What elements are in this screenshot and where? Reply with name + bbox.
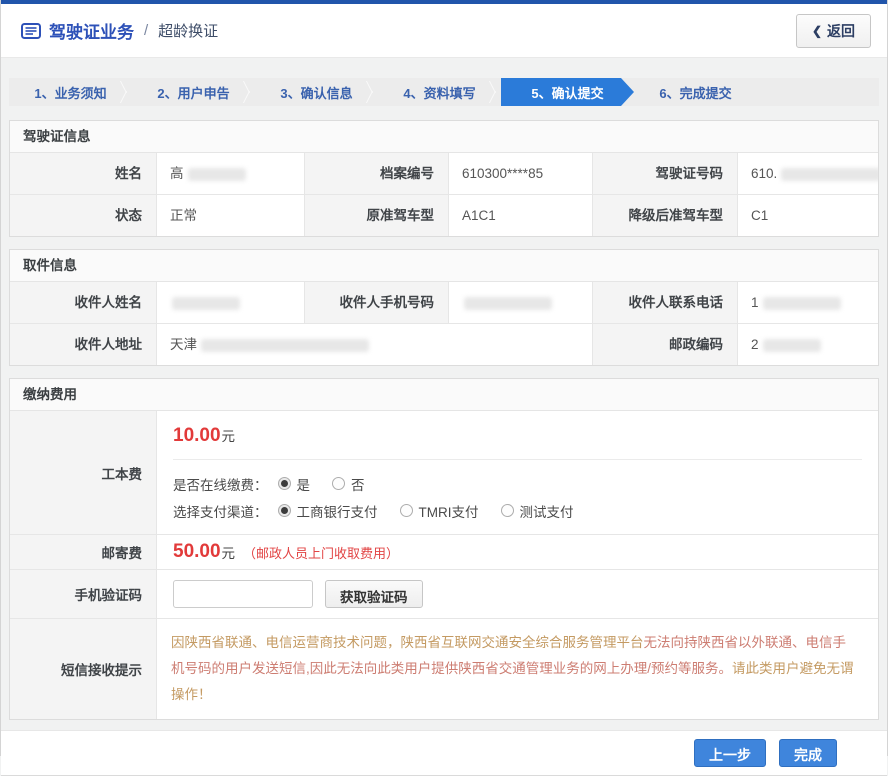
sms-code-row: 手机验证码 获取验证码 [10,569,878,618]
fees-section: 缴纳费用 工本费 10.00元 是否在线缴费： 是 否 选择支付渠道： [9,378,879,720]
redacted-value [464,297,552,310]
divider [173,459,862,460]
get-sms-code-button[interactable]: 获取验证码 [325,580,423,608]
status-value: 正常 [157,195,305,236]
radio-checked-icon [278,504,291,517]
name-value: 高 [157,153,305,194]
status-label: 状态 [10,195,157,236]
recipient-name-label: 收件人姓名 [10,282,157,323]
radio-channel-test[interactable]: 测试支付 [501,501,574,521]
step-5-confirm-submit[interactable]: 5、确认提交 [501,78,634,106]
postal-code-value: 2 [738,324,878,365]
mailing-fee-note: （邮政人员上门收取费用） [243,543,399,562]
sms-notice-label: 短信接收提示 [10,619,157,719]
radio-online-yes[interactable]: 是 [278,474,311,494]
redacted-value [172,297,240,310]
license-info-title: 驾驶证信息 [10,121,878,153]
table-row: 收件人地址 天津 邮政编码 2 [10,323,878,365]
mailing-fee-unit: 元 [222,542,236,562]
production-fee-amount-line: 10.00元 [173,421,862,457]
name-label: 姓名 [10,153,157,194]
online-payment-question-line: 是否在线缴费： 是 否 [173,470,862,497]
mailing-fee-label: 邮寄费 [10,535,157,569]
downgraded-class-label: 降级后准驾车型 [593,195,738,236]
table-row: 姓名 高 档案编号 610300****85 驾驶证号码 610. [10,153,878,194]
recipient-mobile-label: 收件人手机号码 [305,282,449,323]
mailing-fee-row: 邮寄费 50.00元 （邮政人员上门收取费用） [10,534,878,569]
table-row: 状态 正常 原准驾车型 A1C1 降级后准驾车型 C1 [10,194,878,236]
step-bar-filler [757,78,879,106]
license-card-icon [21,23,41,39]
license-number-value: 610. [738,153,878,194]
production-fee-amount: 10.00 [173,425,221,446]
redacted-value [763,339,821,352]
fees-title: 缴纳费用 [10,379,878,411]
step-2-declaration[interactable]: 2、用户申告 [132,78,255,106]
sms-code-label: 手机验证码 [10,570,157,618]
radio-online-no[interactable]: 否 [332,474,365,494]
radio-channel-icbc[interactable]: 工商银行支付 [278,501,378,521]
payment-channel-question: 选择支付渠道： [173,501,268,521]
production-fee-row: 工本费 10.00元 是否在线缴费： 是 否 选择支付渠道： [10,411,878,534]
footer-action-bar: 上一步 完成 [1,730,887,776]
previous-step-button[interactable]: 上一步 [694,739,766,767]
step-1-notice[interactable]: 1、业务须知 [9,78,132,106]
sms-code-input[interactable] [173,580,313,608]
step-3-confirm-info[interactable]: 3、确认信息 [255,78,378,106]
online-payment-question: 是否在线缴费： [173,474,268,494]
redacted-value [201,339,369,352]
license-info-section: 驾驶证信息 姓名 高 档案编号 610300****85 驾驶证号码 610. … [9,120,879,237]
radio-unchecked-icon [501,504,514,517]
redacted-value [781,168,878,181]
original-class-value: A1C1 [449,195,593,236]
license-number-label: 驾驶证号码 [593,153,738,194]
original-class-label: 原准驾车型 [305,195,449,236]
table-row: 收件人姓名 收件人手机号码 收件人联系电话 1 [10,282,878,323]
radio-channel-tmri[interactable]: TMRI支付 [400,501,479,521]
redacted-value [763,297,841,310]
production-fee-label: 工本费 [10,411,157,534]
back-button-label: 返回 [827,21,855,41]
step-wizard: 1、业务须知 2、用户申告 3、确认信息 4、资料填写 5、确认提交 6、完成提… [9,78,879,106]
back-chevron-icon: ❮ [812,24,822,38]
breadcrumb-current: 超龄换证 [158,20,218,41]
sms-notice-text: 因陕西省联通、电信运营商技术问题，陕西省互联网交通安全综合服务管理平台无法向持陕… [157,619,878,719]
production-fee-unit: 元 [222,429,236,444]
recipient-phone-label: 收件人联系电话 [593,282,738,323]
pickup-info-title: 取件信息 [10,250,878,282]
postal-code-label: 邮政编码 [593,324,738,365]
pickup-info-section: 取件信息 收件人姓名 收件人手机号码 收件人联系电话 1 收件人地址 天津 邮政… [9,249,879,366]
sms-notice-row: 短信接收提示 因陕西省联通、电信运营商技术问题，陕西省互联网交通安全综合服务管理… [10,618,878,719]
finish-button[interactable]: 完成 [779,739,837,767]
step-6-finish-submit[interactable]: 6、完成提交 [634,78,757,106]
file-number-label: 档案编号 [305,153,449,194]
radio-unchecked-icon [332,477,345,490]
payment-channel-question-line: 选择支付渠道： 工商银行支付 TMRI支付 测试支付 [173,497,862,524]
recipient-mobile-value [449,282,593,323]
step-4-fill-materials[interactable]: 4、资料填写 [378,78,501,106]
back-button[interactable]: ❮ 返回 [796,14,871,48]
redacted-value [188,168,246,181]
mailing-fee-amount: 50.00 [173,541,221,563]
page-header: 驾驶证业务 / 超龄换证 ❮ 返回 [1,4,887,58]
page-title: 驾驶证业务 [49,18,134,43]
recipient-address-value: 天津 [157,324,593,365]
recipient-phone-value: 1 [738,282,878,323]
recipient-name-value [157,282,305,323]
downgraded-class-value: C1 [738,195,878,236]
file-number-value: 610300****85 [449,153,593,194]
radio-unchecked-icon [400,504,413,517]
recipient-address-label: 收件人地址 [10,324,157,365]
breadcrumb-separator: / [144,22,148,39]
radio-checked-icon [278,477,291,490]
